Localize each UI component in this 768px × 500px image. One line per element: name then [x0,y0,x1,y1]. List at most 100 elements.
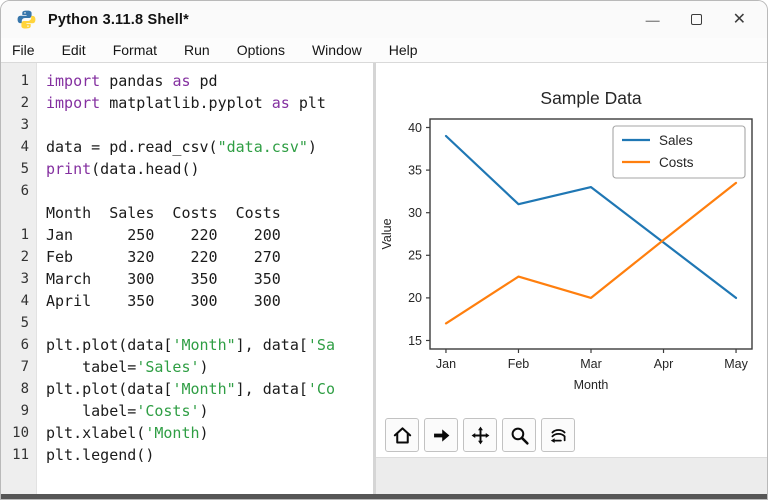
legend-label-sales: Sales [659,133,693,148]
forward-button[interactable] [424,418,458,452]
content-area: 1 import pandas as pd 2 import matplatlib.p… [1,63,767,494]
line-text: import pandas as pd [46,72,218,90]
line-number [1,202,37,224]
menu-window[interactable]: Window [312,42,362,58]
minimize-button[interactable]: — [646,13,660,27]
x-ticks: Jan Feb Mar Apr May [436,349,749,371]
svg-text:Mar: Mar [580,357,602,371]
line-number: 6 [20,337,29,353]
line-number: 2 [20,249,29,265]
svg-text:30: 30 [408,206,422,220]
pane-background [376,457,767,494]
menu-edit[interactable]: Edit [62,42,86,58]
code-line: 6 [1,180,373,202]
svg-text:20: 20 [408,291,422,305]
line-number: 1 [20,73,29,89]
window-title: Python 3.11.8 Shell* [48,11,189,28]
svg-text:Jan: Jan [436,357,456,371]
code-line: 4 data = pd.read_csv("data.csv") [1,136,373,158]
magnifier-icon [511,427,529,445]
menu-run[interactable]: Run [184,42,210,58]
svg-text:15: 15 [408,334,422,348]
line-number: 2 [20,95,29,111]
zoom-button[interactable] [502,418,536,452]
chart-title: Sample Data [540,88,641,108]
save-icon [550,428,565,443]
line-number: 10 [12,425,29,441]
line-text: data = pd.read_csv("data.csv") [46,138,317,156]
close-button[interactable]: ✕ [733,11,746,28]
code-line: Month Sales Costs Costs [1,202,373,224]
line-number: 1 [20,227,29,243]
home-button[interactable] [385,418,419,452]
forward-arrow-icon [433,428,449,442]
x-axis-label: Month [574,378,609,392]
menu-format[interactable]: Format [113,42,157,58]
line-text: Feb 320 220 270 [46,248,281,266]
line-text: label='Costs') [46,402,209,420]
code-lines: 1 import pandas as pd 2 import matplatlib.p… [1,63,373,466]
code-line: 3 [1,114,373,136]
figure-pane: Sample Data Value Month 15 20 25 30 35 40 Jan Feb M… [376,63,767,494]
line-number: 4 [20,139,29,155]
line-text: March 300 350 350 [46,270,281,288]
line-text: plt.xlabel('Month) [46,424,209,442]
legend-label-costs: Costs [659,155,694,170]
svg-text:Apr: Apr [654,357,673,371]
line-text: plt.legend() [46,446,155,464]
save-button[interactable] [541,418,575,452]
line-text: tabel='Sales') [46,358,209,376]
line-number: 9 [20,403,29,419]
y-axis-label: Value [380,218,394,249]
code-line: 6 plt.plot(data['Month"], data['Sa [1,334,373,356]
line-text: Month Sales Costs Costs [46,204,281,222]
python-logo-icon [17,10,36,29]
line-text [37,312,46,334]
line-number: 3 [20,271,29,287]
svg-text:35: 35 [408,163,422,177]
code-line: 8 plt.plot(data['Month"], data['Co [1,378,373,400]
line-number: 5 [20,315,29,331]
line-number: 5 [20,161,29,177]
menu-bar: File Edit Format Run Options Window Help [1,38,767,63]
line-text [37,114,46,136]
line-number: 8 [20,381,29,397]
line-text: plt.plot(data['Month"], data['Sa [46,336,335,354]
code-line: 2 import matplatlib.pyplot as plt [1,92,373,114]
code-line: 10 plt.xlabel('Month) [1,422,373,444]
code-line: 3 March 300 350 350 [1,268,373,290]
pan-move-icon [471,426,489,444]
figure-canvas[interactable]: Sample Data Value Month 15 20 25 30 35 40 Jan Feb M… [376,63,767,407]
title-bar: Python 3.11.8 Shell* — ✕ [1,1,767,38]
shell-text-area[interactable]: 1 import pandas as pd 2 import matplatlib.p… [1,63,373,494]
pan-button[interactable] [463,418,497,452]
window-bottom-edge [1,494,767,499]
maximize-button[interactable] [690,14,702,25]
code-line: 5 [1,312,373,334]
menu-file[interactable]: File [12,42,35,58]
line-text: print(data.head() [46,160,200,178]
line-text [37,180,46,202]
line-text: import matplatlib.pyplot as plt [46,94,326,112]
line-number: 11 [12,447,29,463]
code-line: 9 label='Costs') [1,400,373,422]
line-number: 6 [20,183,29,199]
line-number: 4 [20,293,29,309]
line-text: April 350 300 300 [46,292,281,310]
code-line: 1 import pandas as pd [1,70,373,92]
line-text: Jan 250 220 200 [46,226,281,244]
legend: Sales Costs [612,125,746,179]
matplotlib-toolbar [376,412,767,457]
y-ticks: 15 20 25 30 35 40 [408,121,430,348]
line-number: 7 [20,359,29,375]
menu-options[interactable]: Options [237,42,285,58]
code-line: 2 Feb 320 220 270 [1,246,373,268]
code-line: 5 print(data.head() [1,158,373,180]
menu-help[interactable]: Help [389,42,418,58]
code-line: 4 April 350 300 300 [1,290,373,312]
code-line: 1 Jan 250 220 200 [1,224,373,246]
idle-shell-window: Python 3.11.8 Shell* — ✕ File Edit Forma… [0,0,768,500]
window-controls: — ✕ [646,11,752,28]
code-line: 7 tabel='Sales') [1,356,373,378]
line-text: plt.plot(data['Month"], data['Co [46,380,335,398]
